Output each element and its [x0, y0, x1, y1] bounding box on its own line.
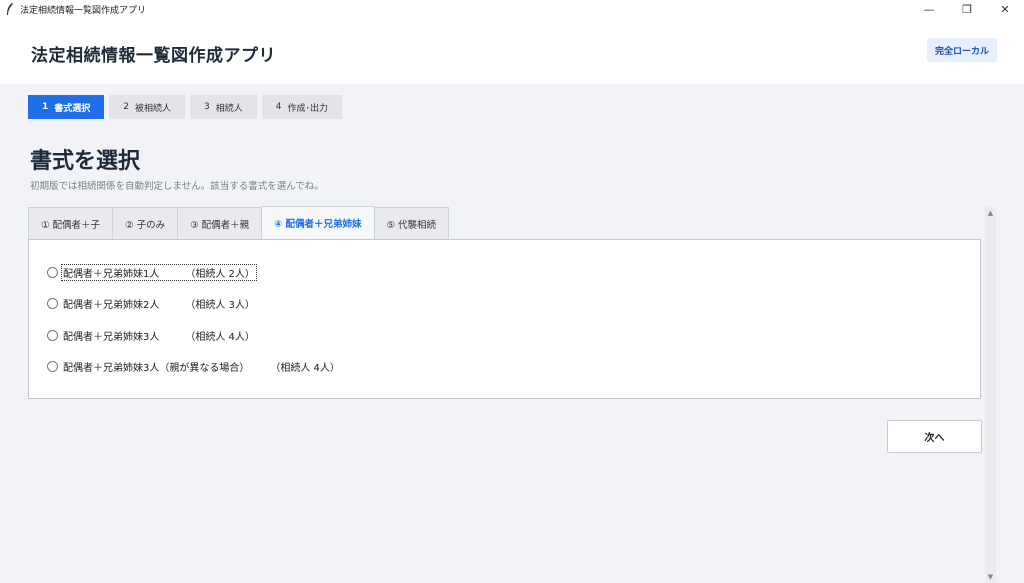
option-heirs: （相続人 4人） — [275, 363, 340, 374]
scroll-up-icon[interactable]: ▲ — [985, 207, 996, 219]
option-heirs: （相続人 4人） — [185, 332, 255, 343]
options-panel: 配偶者＋兄弟姉妹1人 （相続人 2人） 配偶者＋兄弟姉妹2人 （相続人 3人） 配偶… — [28, 239, 981, 399]
step-number: 4 — [275, 102, 282, 112]
scroll-down-icon[interactable]: ▼ — [985, 571, 996, 583]
option-siblings-3[interactable]: 配偶者＋兄弟姉妹3人 （相続人 4人） — [47, 328, 256, 343]
window-title: 法定相続情報一覧図作成アプリ — [20, 5, 147, 16]
step-1[interactable]: 1 書式選択 — [28, 95, 105, 119]
tab-child-only[interactable]: ② 子のみ — [112, 207, 179, 239]
option-text: 配偶者＋兄弟姉妹2人 — [63, 300, 160, 311]
option-heirs: （相続人 2人） — [185, 269, 255, 280]
window-titlebar: 法定相続情報一覧図作成アプリ — ❐ ✕ — [0, 0, 1024, 18]
option-text: 配偶者＋兄弟姉妹3人（親が異なる場合） — [63, 363, 250, 374]
step-nav: 1 書式選択 2 被相続人 3 相続人 4 作成･出力 — [28, 95, 343, 119]
tab-substitution[interactable]: ⑤ 代襲相続 — [373, 207, 450, 239]
option-label: 配偶者＋兄弟姉妹1人 （相続人 2人） — [61, 264, 257, 281]
close-button[interactable]: ✕ — [986, 0, 1024, 18]
local-badge: 完全ローカル — [927, 38, 997, 62]
option-label: 配偶者＋兄弟姉妹3人 （相続人 4人） — [62, 328, 256, 343]
step-2[interactable]: 2 被相続人 — [109, 95, 186, 119]
option-siblings-3-diff-parent[interactable]: 配偶者＋兄弟姉妹3人（親が異なる場合） （相続人 4人） — [47, 359, 341, 374]
app-title: 法定相続情報一覧図作成アプリ — [31, 46, 276, 66]
radio-button[interactable] — [47, 267, 58, 278]
option-label: 配偶者＋兄弟姉妹3人（親が異なる場合） （相続人 4人） — [62, 359, 341, 374]
option-heirs: （相続人 3人） — [185, 300, 255, 311]
page-title: 書式を選択 — [30, 149, 141, 174]
format-tabs: ① 配偶者＋子 ② 子のみ ③ 配偶者＋親 ④ 配偶者＋兄弟姉妹 ⑤ 代襲相続 — [28, 206, 450, 239]
radio-button[interactable] — [47, 330, 58, 341]
step-label: 作成･出力 — [287, 103, 329, 114]
tab-spouse-parent[interactable]: ③ 配偶者＋親 — [177, 207, 263, 239]
step-4[interactable]: 4 作成･出力 — [261, 95, 343, 119]
option-text: 配偶者＋兄弟姉妹3人 — [63, 332, 160, 343]
step-3[interactable]: 3 相続人 — [190, 95, 257, 119]
step-number: 1 — [42, 102, 49, 112]
tab-spouse-child[interactable]: ① 配偶者＋子 — [28, 207, 114, 239]
option-text: 配偶者＋兄弟姉妹1人 — [63, 269, 160, 280]
step-number: 3 — [204, 102, 210, 112]
tab-spouse-siblings[interactable]: ④ 配偶者＋兄弟姉妹 — [261, 206, 375, 239]
radio-button[interactable] — [47, 361, 58, 372]
radio-button[interactable] — [47, 298, 58, 309]
option-siblings-1[interactable]: 配偶者＋兄弟姉妹1人 （相続人 2人） — [47, 264, 257, 281]
option-siblings-2[interactable]: 配偶者＋兄弟姉妹2人 （相続人 3人） — [47, 296, 256, 311]
restore-button[interactable]: ❐ — [948, 0, 986, 18]
step-label: 相続人 — [215, 103, 243, 114]
step-label: 被相続人 — [135, 103, 172, 114]
step-number: 2 — [123, 102, 130, 112]
minimize-button[interactable]: — — [910, 0, 948, 18]
feather-icon — [6, 3, 14, 15]
next-button[interactable]: 次へ — [887, 420, 982, 453]
page-subtitle: 初期版では相続関係を自動判定しません。該当する書式を選んでね。 — [30, 181, 324, 192]
app-header: 法定相続情報一覧図作成アプリ 完全ローカル — [0, 18, 1024, 84]
vertical-scrollbar[interactable]: ▲ ▼ — [985, 207, 996, 583]
option-label: 配偶者＋兄弟姉妹2人 （相続人 3人） — [62, 296, 256, 311]
step-label: 書式選択 — [54, 103, 91, 114]
